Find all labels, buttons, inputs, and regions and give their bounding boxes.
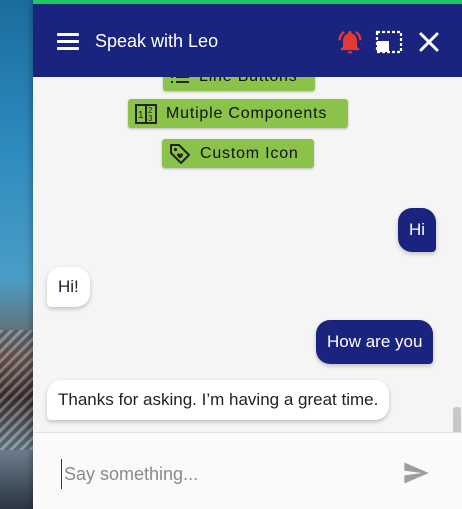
message-text: Hi! (58, 277, 79, 296)
message-list: Line Buttons 1 2 3 Mutiple Components Cu… (33, 77, 462, 432)
tag-icon (170, 143, 190, 164)
message-text: Hi (409, 220, 426, 239)
close-icon[interactable] (415, 28, 443, 56)
user-message: Hi (398, 208, 437, 252)
chip-line-buttons[interactable]: Line Buttons (163, 77, 315, 91)
list-icon (171, 77, 189, 83)
message-input[interactable] (61, 459, 396, 489)
user-message: How are you (316, 320, 434, 364)
chip-label: Line Buttons (199, 77, 298, 86)
send-icon[interactable] (400, 459, 432, 487)
chat-panel: Speak with Leo Line Buttons 1 2 (33, 0, 462, 509)
svg-text:3: 3 (148, 114, 153, 123)
svg-text:1: 1 (138, 110, 144, 121)
bot-message: Hi! (47, 267, 90, 307)
chip-label: Custom Icon (200, 144, 299, 162)
menu-icon[interactable] (57, 33, 79, 51)
scrollbar[interactable] (453, 407, 461, 432)
composer (33, 432, 462, 509)
message-text: Thanks for asking. I’m having a great ti… (58, 390, 379, 409)
bell-ringing-icon[interactable] (336, 28, 364, 56)
bot-message: Thanks for asking. I’m having a great ti… (47, 380, 390, 420)
message-text: How are you (327, 332, 423, 351)
components-icon: 1 2 3 (135, 103, 157, 124)
chat-header: Speak with Leo (33, 0, 462, 77)
chip-multiple-components[interactable]: 1 2 3 Mutiple Components (128, 99, 348, 128)
chip-label: Mutiple Components (166, 104, 328, 122)
chat-title: Speak with Leo (95, 31, 219, 51)
chip-custom-icon[interactable]: Custom Icon (162, 139, 314, 168)
resize-window-icon[interactable] (375, 28, 403, 56)
